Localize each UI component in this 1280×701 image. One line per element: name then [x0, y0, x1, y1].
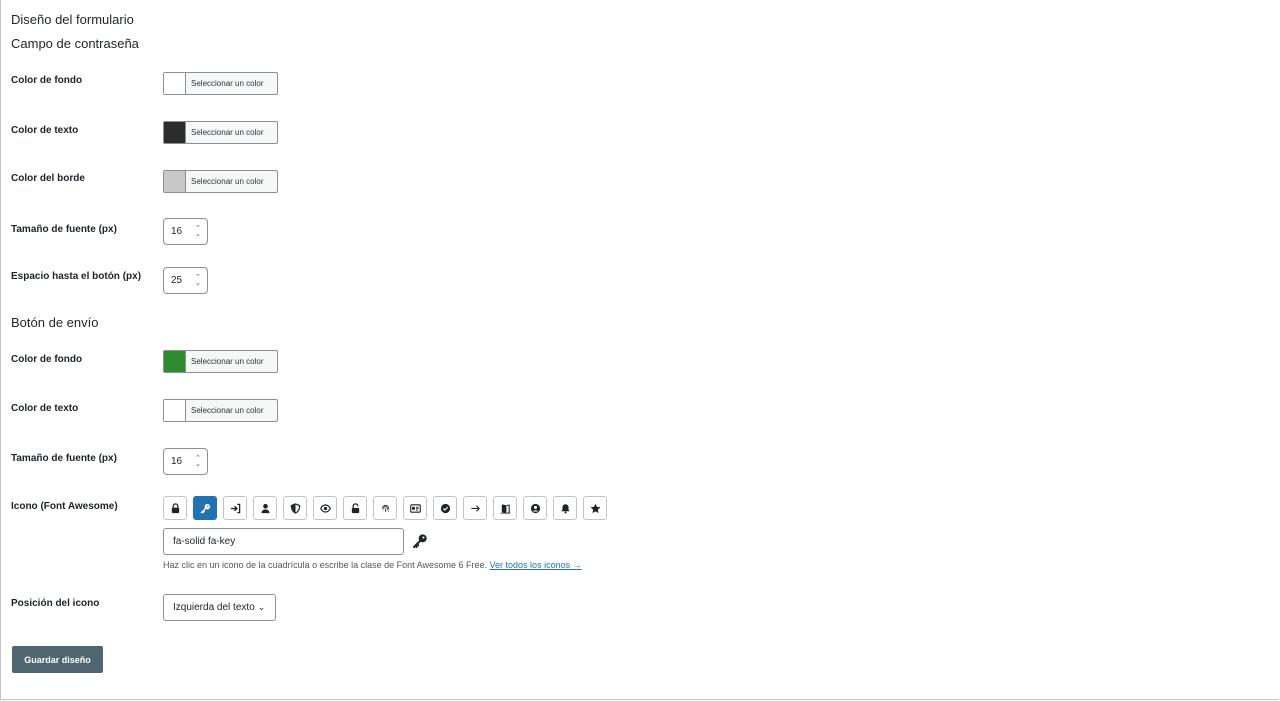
number-value: 16 [171, 226, 183, 237]
color-picker-label: Seleccionar un color [191, 128, 264, 137]
spinner-icon[interactable]: ⌃ ⌄ [195, 225, 201, 238]
password-font-size-label: Tamaño de fuente (px) [11, 224, 117, 235]
color-picker-label: Seleccionar un color [191, 177, 264, 186]
spinner-icon[interactable]: ⌃ ⌄ [195, 455, 201, 468]
icon-hint: Haz clic en un icono de la cuadrícula o … [163, 560, 582, 570]
password-bg-label: Color de fondo [11, 75, 83, 86]
password-bg-color-picker[interactable]: Seleccionar un color [163, 72, 278, 95]
submit-text-color-picker[interactable]: Seleccionar un color [163, 399, 278, 422]
icon-position-select[interactable]: Izquierda del texto ⌄ [163, 594, 276, 621]
unlock-icon[interactable] [343, 496, 367, 520]
submit-bg-label: Color de fondo [11, 354, 83, 365]
key-icon[interactable] [193, 496, 217, 520]
color-swatch [164, 73, 186, 94]
icon-label: Icono (Font Awesome) [11, 501, 118, 512]
bell-icon[interactable] [553, 496, 577, 520]
password-font-size-input[interactable]: 16 ⌃ ⌄ [163, 218, 208, 245]
submit-font-size-label: Tamaño de fuente (px) [11, 453, 117, 464]
eye-icon[interactable] [313, 496, 337, 520]
password-spacing-label: Espacio hasta el botón (px) [11, 271, 142, 282]
lock-icon[interactable] [163, 496, 187, 520]
number-value: 16 [171, 456, 183, 467]
page-title: Diseño del formulario [11, 12, 134, 27]
password-border-color-picker[interactable]: Seleccionar un color [163, 170, 278, 193]
circle-check-icon[interactable] [433, 496, 457, 520]
submit-font-size-input[interactable]: 16 ⌃ ⌄ [163, 448, 208, 475]
chevron-down-icon: ⌄ [257, 602, 266, 612]
spinner-icon[interactable]: ⌃ ⌄ [195, 274, 201, 287]
icon-hint-text: Haz clic en un icono de la cuadrícula o … [163, 560, 488, 570]
id-card-icon[interactable] [403, 496, 427, 520]
submit-text-label: Color de texto [11, 403, 79, 414]
color-picker-label: Seleccionar un color [191, 357, 264, 366]
color-swatch [164, 122, 186, 143]
user-icon[interactable] [253, 496, 277, 520]
color-swatch [164, 351, 186, 372]
right-to-bracket-icon[interactable] [223, 496, 247, 520]
door-open-icon[interactable] [493, 496, 517, 520]
star-icon[interactable] [583, 496, 607, 520]
submit-bg-color-picker[interactable]: Seleccionar un color [163, 350, 278, 373]
color-picker-label: Seleccionar un color [191, 79, 264, 88]
icon-class-value: fa-solid fa-key [173, 536, 236, 547]
save-design-button[interactable]: Guardar diseño [12, 646, 103, 673]
view-all-icons-link[interactable]: Ver todos los iconos → [490, 560, 582, 570]
password-text-label: Color de texto [11, 125, 79, 136]
password-border-label: Color del borde [11, 173, 85, 184]
arrow-right-icon[interactable] [463, 496, 487, 520]
key-preview-icon [413, 534, 427, 548]
icon-position-label: Posición del icono [11, 598, 100, 609]
icon-class-input[interactable]: fa-solid fa-key [163, 528, 404, 555]
icon-position-value: Izquierda del texto [173, 602, 255, 613]
color-swatch [164, 400, 186, 421]
password-text-color-picker[interactable]: Seleccionar un color [163, 121, 278, 144]
circle-user-icon[interactable] [523, 496, 547, 520]
color-swatch [164, 171, 186, 192]
shield-halved-icon[interactable] [283, 496, 307, 520]
fingerprint-icon[interactable] [373, 496, 397, 520]
number-value: 25 [171, 275, 183, 286]
password-section-heading: Campo de contraseña [11, 36, 139, 51]
icon-grid [163, 496, 607, 520]
password-spacing-input[interactable]: 25 ⌃ ⌄ [163, 267, 208, 294]
submit-section-heading: Botón de envío [11, 315, 99, 330]
color-picker-label: Seleccionar un color [191, 406, 264, 415]
